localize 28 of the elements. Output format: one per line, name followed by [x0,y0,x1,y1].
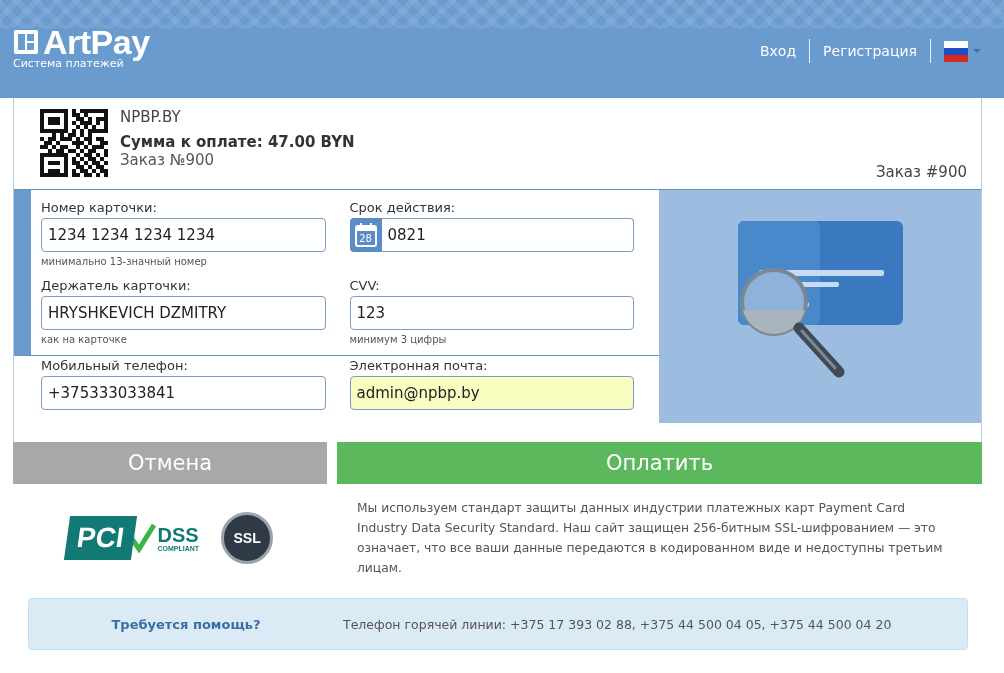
input-field[interactable]: HRYSHKEVICH DZMITRY [41,295,326,330]
field-hint: минимально 13-значный номер [41,256,208,269]
hotline-text: Телефон горячей линии: +375 17 393 02 88, +375 44 500 04 05, +375 44 500 04 20 [343,616,892,632]
input-field[interactable]: 123 [349,295,634,330]
qr-code [40,109,108,177]
order-number: Заказ №900 [120,151,216,169]
field-label: Держатель карточки: [41,277,192,293]
field-label: CVV: [349,277,381,293]
logo-icon [13,28,39,55]
ssl-logo: SSL [221,512,274,564]
input-field[interactable]: 0821 [381,218,634,252]
language-selector[interactable] [944,40,982,62]
logo-text: ArtPay [43,24,150,59]
input-field[interactable]: +375333033841 [41,376,326,410]
field-label: Мобильный телефон: [41,358,189,373]
payment-amount: Сумма к оплате: 47.00 BYN [120,133,356,151]
merchant-name: NPBP.BY [120,108,182,126]
field-label: Срок действия: [349,200,457,215]
logo-tagline: Система платежей [13,56,124,70]
input-field[interactable]: 1234 1234 1234 1234 [41,218,326,252]
field-label: Номер карточки: [41,200,158,215]
security-text: Мы используем стандарт защиты данных индустрии платежных карт Payment Card Industry Data Security Standard. Наш сайт защищен 256-битным SSL-шифрованием — это означает, что все ваши данные передаются в кодированном виде и недоступны третьим лицам. [357,500,944,577]
input-field[interactable]: admin@npbp.by [349,376,634,410]
field-hint: как на карточке [41,333,128,347]
help-title: Требуется помощь? [110,616,262,632]
order-number: Заказ #900 [876,163,967,181]
field-hint: минимум 3 цифры [349,333,448,347]
field-label: Электронная почта: [349,358,489,373]
